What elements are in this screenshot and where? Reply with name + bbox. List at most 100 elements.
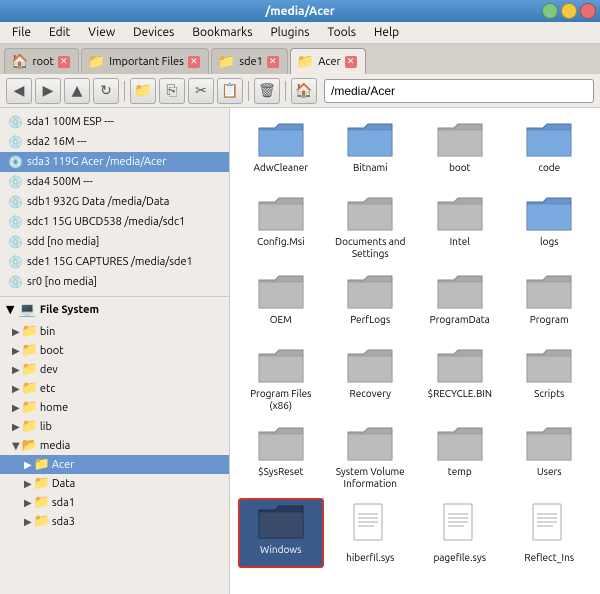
drive-sde1-icon: 💿 — [8, 255, 23, 269]
tree-filesystem-root[interactable]: ▼ 💻 File System — [0, 297, 229, 322]
file-systemvolume[interactable]: System Volume Information — [328, 420, 414, 494]
tab-acer[interactable]: 📁 Acer ✕ — [290, 48, 366, 74]
folder-users-icon — [525, 424, 573, 464]
drive-sda1[interactable]: 💿 sda1 100M ESP --- — [0, 112, 229, 132]
copy-button[interactable]: ⎘ — [159, 78, 185, 104]
tree-sda1[interactable]: ▶ 📁 sda1 — [0, 493, 229, 512]
drive-sr0-label: sr0 [no media] — [27, 276, 97, 288]
drive-sdd-icon: 💿 — [8, 235, 23, 249]
tree-etc[interactable]: ▶ 📁 etc — [0, 379, 229, 398]
file-boot[interactable]: boot — [417, 116, 503, 186]
tree-lib[interactable]: ▶ 📁 lib — [0, 417, 229, 436]
file-hiberfil[interactable]: hiberfil.sys — [328, 498, 414, 568]
menu-item-tools[interactable]: Tools — [320, 24, 365, 41]
back-button[interactable]: ◀ — [6, 78, 32, 104]
reload-button[interactable]: ↻ — [93, 78, 119, 104]
tab-sde1[interactable]: 📁 sde1 ✕ — [211, 48, 288, 74]
tab-important-close[interactable]: ✕ — [188, 56, 200, 68]
file-logs[interactable]: logs — [507, 190, 593, 260]
tab-root-label: root — [32, 56, 53, 68]
tree-data-icon: 📁 — [34, 476, 50, 491]
drive-sdc1-label: sdc1 15G UBCD538 /media/sdc1 — [27, 216, 185, 228]
tree-acer[interactable]: ▶ 📁 Acer — [0, 455, 229, 474]
tree-data[interactable]: ▶ 📁 Data — [0, 474, 229, 493]
new-folder-button[interactable]: 📁 — [130, 78, 156, 104]
tab-acer-close[interactable]: ✕ — [345, 56, 357, 68]
tree-bin[interactable]: ▶ 📁 bin — [0, 322, 229, 341]
folder-temp-icon — [436, 424, 484, 464]
tab-sde1-icon: 📁 — [218, 53, 235, 70]
drive-sda2-label: sda2 16M --- — [27, 136, 87, 148]
folder-code-icon — [525, 120, 573, 160]
tree-filesystem-icon: 💻 — [18, 301, 35, 318]
menu-item-devices[interactable]: Devices — [125, 24, 182, 41]
tree-scrollable[interactable]: ▶ 📁 bin ▶ 📁 boot ▶ 📁 dev ▶ 📁 etc — [0, 322, 229, 532]
drive-sde1[interactable]: 💿 sde1 15G CAPTURES /media/sde1 — [0, 252, 229, 272]
file-scripts[interactable]: Scripts — [507, 342, 593, 412]
drive-sdb1[interactable]: 💿 sdb1 932G Data /media/Data — [0, 192, 229, 212]
menu-item-view[interactable]: View — [80, 24, 123, 41]
file-reflectins[interactable]: Reflect_Ins — [507, 498, 593, 568]
drive-sr0[interactable]: 💿 sr0 [no media] — [0, 272, 229, 292]
file-programfilesx86[interactable]: Program Files (x86) — [238, 342, 324, 416]
drive-sdc1[interactable]: 💿 sdc1 15G UBCD538 /media/sdc1 — [0, 212, 229, 232]
file-bitnami[interactable]: Bitnami — [328, 116, 414, 186]
folder-programfilesx86-icon — [257, 346, 305, 386]
file-code[interactable]: code — [507, 116, 593, 186]
menu-item-help[interactable]: Help — [366, 24, 407, 41]
cut-button[interactable]: ✂ — [188, 78, 214, 104]
file-program-label: Program — [530, 314, 569, 326]
tab-sde1-close[interactable]: ✕ — [267, 56, 279, 68]
menu-item-plugins[interactable]: Plugins — [262, 24, 317, 41]
up-button[interactable]: ▲ — [64, 78, 90, 104]
file-oem[interactable]: OEM — [238, 268, 324, 338]
tab-root[interactable]: 🏠 root ✕ — [4, 48, 79, 74]
file-temp[interactable]: temp — [417, 420, 503, 490]
tree-home-icon: 📁 — [22, 400, 38, 415]
paste-button[interactable]: 📋 — [217, 78, 243, 104]
file-adwcleaner[interactable]: AdwCleaner — [238, 116, 324, 186]
file-perflogs[interactable]: PerfLogs — [328, 268, 414, 338]
drive-sda4[interactable]: 💿 sda4 500M --- — [0, 172, 229, 192]
minimize-button[interactable] — [542, 3, 558, 19]
folder-perflogs-icon — [346, 272, 394, 312]
maximize-button[interactable] — [561, 3, 577, 19]
tree-home-arrow: ▶ — [12, 402, 20, 414]
drive-sda3[interactable]: 💿 sda3 119G Acer /media/Acer — [0, 152, 229, 172]
file-pagefile[interactable]: pagefile.sys — [417, 498, 503, 568]
file-users[interactable]: Users — [507, 420, 593, 490]
menu-item-edit[interactable]: Edit — [41, 24, 78, 41]
tree-dev[interactable]: ▶ 📁 dev — [0, 360, 229, 379]
tree-media[interactable]: ▼ 📂 media — [0, 436, 229, 455]
drive-sda2[interactable]: 💿 sda2 16M --- — [0, 132, 229, 152]
delete-button[interactable]: 🗑 — [254, 78, 280, 104]
file-recovery[interactable]: Recovery — [328, 342, 414, 412]
file-configmsi[interactable]: Config.Msi — [238, 190, 324, 260]
tree-boot[interactable]: ▶ 📁 boot — [0, 341, 229, 360]
menu-item-file[interactable]: File — [4, 24, 39, 41]
tree-bin-icon: 📁 — [22, 324, 38, 339]
file-windows[interactable]: Windows — [238, 498, 324, 568]
file-documents[interactable]: Documents and Settings — [328, 190, 414, 264]
forward-button[interactable]: ▶ — [35, 78, 61, 104]
drive-sdd[interactable]: 💿 sdd [no media] — [0, 232, 229, 252]
tab-root-close[interactable]: ✕ — [58, 56, 70, 68]
tree-home[interactable]: ▶ 📁 home — [0, 398, 229, 417]
home-button[interactable]: 🏠 — [291, 78, 317, 104]
tree-boot-icon: 📁 — [22, 343, 38, 358]
tree-sda1-icon: 📁 — [34, 495, 50, 510]
menu-item-bookmarks[interactable]: Bookmarks — [184, 24, 260, 41]
tree-sda3[interactable]: ▶ 📁 sda3 — [0, 512, 229, 531]
tree-home-label: home — [40, 402, 68, 414]
close-button[interactable] — [580, 3, 596, 19]
file-intel[interactable]: Intel — [417, 190, 503, 260]
file-sysreset[interactable]: $SysReset — [238, 420, 324, 490]
file-program[interactable]: Program — [507, 268, 593, 338]
file-programdata[interactable]: ProgramData — [417, 268, 503, 338]
location-bar[interactable] — [324, 79, 594, 103]
menu-bar: FileEditViewDevicesBookmarksPluginsTools… — [0, 22, 600, 44]
tree-bin-arrow: ▶ — [12, 326, 20, 338]
file-recyclebin[interactable]: $RECYCLE.BIN — [417, 342, 503, 412]
tab-important[interactable]: 📁 Important Files ✕ — [81, 48, 209, 74]
tree-filesystem-arrow: ▼ — [6, 303, 14, 316]
